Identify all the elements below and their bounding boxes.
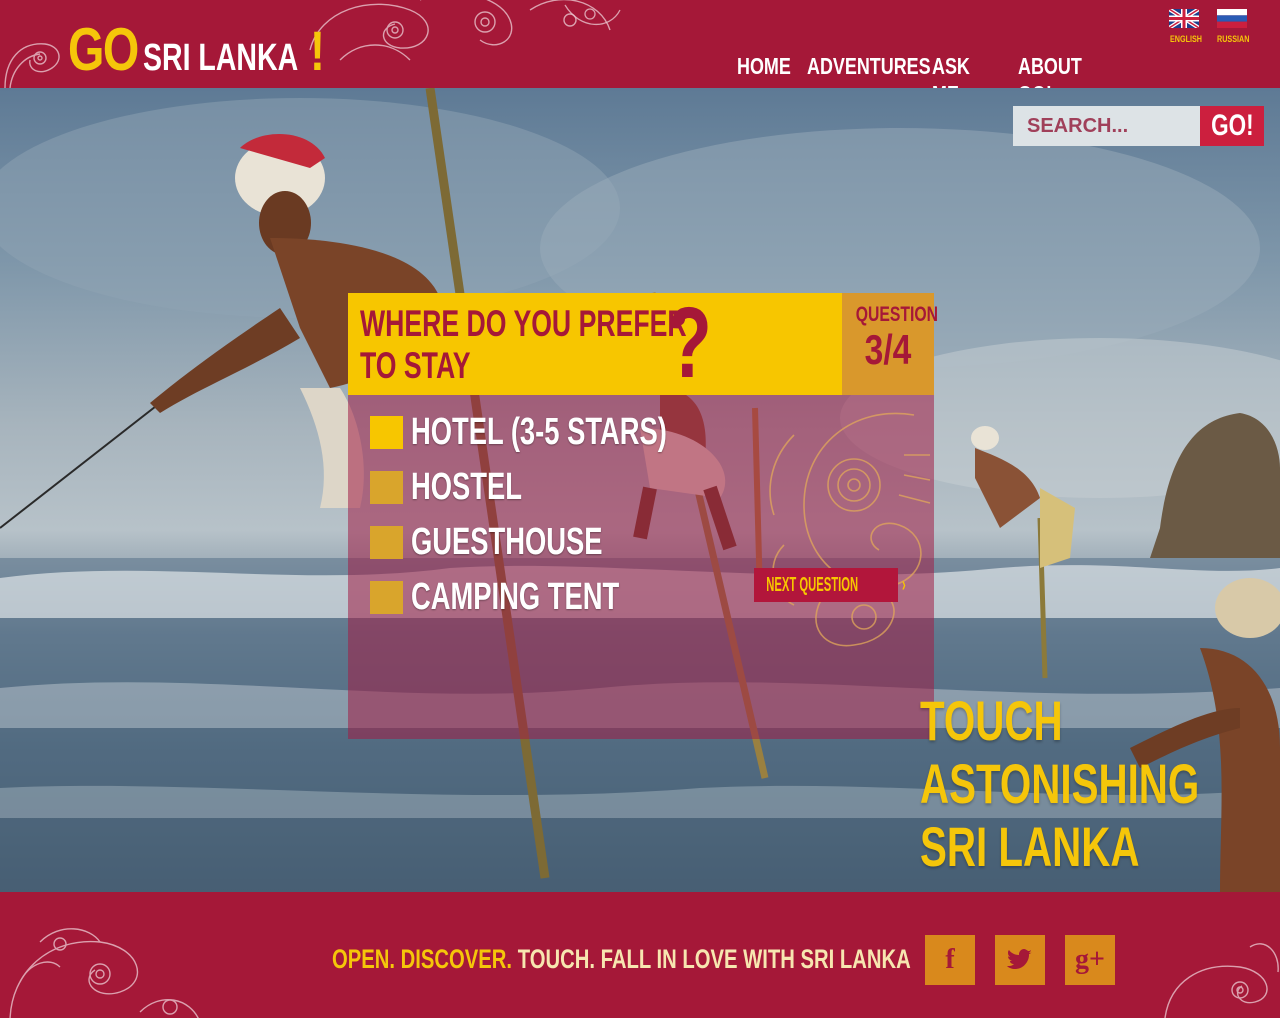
quiz-option-hostel[interactable]: HOSTEL bbox=[370, 465, 565, 508]
next-question-label: NEXT QUESTION › bbox=[766, 573, 907, 596]
option-label: HOSTEL bbox=[411, 465, 522, 508]
russia-flag-icon[interactable] bbox=[1217, 9, 1247, 28]
paisley-ornament-icon bbox=[4, 43, 60, 88]
option-checkbox[interactable] bbox=[370, 580, 403, 614]
nav-about-go[interactable]: ABOUT GO! bbox=[1018, 52, 1088, 88]
search-button[interactable]: GO! bbox=[1200, 106, 1264, 146]
google-plus-button[interactable]: g+ bbox=[1065, 935, 1115, 985]
quiz-progress-panel: QUESTION 3/4 bbox=[842, 293, 938, 395]
option-checkbox[interactable] bbox=[370, 525, 403, 559]
quiz-option-guesthouse[interactable]: GUESTHOUSE bbox=[370, 520, 677, 563]
facebook-button[interactable]: f bbox=[925, 935, 975, 985]
site-logo[interactable]: GO SRI LANKA ! bbox=[68, 10, 329, 80]
main-nav: HOME ADVENTURES ASK ME ABOUT GO! bbox=[737, 52, 1108, 88]
footer-slogan: OPEN. DISCOVER. TOUCH. FALL IN LOVE WITH… bbox=[332, 944, 911, 975]
nav-ask-me[interactable]: ASK ME bbox=[932, 52, 999, 88]
next-question-button[interactable]: NEXT QUESTION › bbox=[754, 568, 906, 602]
language-english-label[interactable]: ENGLISH bbox=[1170, 34, 1202, 44]
twitter-icon bbox=[1007, 949, 1032, 969]
slogan-open: OPEN. bbox=[332, 944, 396, 974]
language-russian-label[interactable]: RUSSIAN bbox=[1217, 34, 1249, 44]
quiz-question-panel: WHERE DO YOU PREFER TO STAY ? bbox=[348, 293, 842, 395]
option-label: CAMPING TENT bbox=[411, 575, 620, 618]
paisley-ornament-icon bbox=[9, 928, 199, 1018]
quiz-option-hotel[interactable]: HOTEL (3-5 STARS) bbox=[370, 410, 766, 453]
chevron-right-icon: › bbox=[902, 573, 907, 596]
site-footer: OPEN. DISCOVER. TOUCH. FALL IN LOVE WITH… bbox=[0, 892, 1280, 1018]
site-header: GO SRI LANKA ! ENGLISH RUSSIAN HOME ADVE… bbox=[0, 0, 1280, 88]
paisley-ornament-icon bbox=[1164, 943, 1279, 1018]
quiz-option-camping-tent[interactable]: CAMPING TENT bbox=[370, 575, 700, 618]
logo-name: SRI LANKA bbox=[143, 37, 299, 79]
google-plus-icon: g+ bbox=[1075, 944, 1105, 975]
facebook-icon: f bbox=[945, 944, 955, 975]
hero-background: GO! WHERE DO YOU PREFER TO STAY ? QUESTI… bbox=[0, 88, 1280, 892]
tagline-line-3: SRI LANKA bbox=[920, 815, 1140, 878]
tagline-line-1: TOUCH bbox=[920, 689, 1063, 752]
twitter-button[interactable] bbox=[995, 935, 1045, 985]
option-label: HOTEL (3-5 STARS) bbox=[411, 410, 667, 453]
uk-flag-icon[interactable] bbox=[1169, 9, 1199, 28]
paisley-ornament-icon bbox=[564, 4, 621, 26]
quiz-question-line-1: WHERE DO YOU PREFER bbox=[360, 303, 687, 344]
option-checkbox[interactable] bbox=[370, 415, 403, 449]
logo-go: GO bbox=[68, 16, 139, 83]
search-input[interactable] bbox=[1013, 106, 1200, 146]
quiz-progress-label: QUESTION bbox=[855, 303, 938, 326]
option-checkbox[interactable] bbox=[370, 470, 403, 504]
nav-adventures[interactable]: ADVENTURES bbox=[807, 52, 931, 88]
logo-exclamation: ! bbox=[310, 19, 326, 82]
quiz-question-text: WHERE DO YOU PREFER TO STAY bbox=[360, 303, 687, 387]
option-label: GUESTHOUSE bbox=[411, 520, 603, 563]
nav-home[interactable]: HOME bbox=[737, 52, 792, 88]
slogan-touch: TOUCH. bbox=[517, 944, 595, 974]
question-mark-icon: ? bbox=[666, 287, 712, 399]
quiz-progress-value: 3/4 bbox=[864, 326, 912, 373]
slogan-discover: DISCOVER. bbox=[400, 944, 513, 974]
tagline-line-2: ASTONISHING bbox=[920, 752, 1200, 815]
slogan-rest: FALL IN LOVE WITH SRI LANKA bbox=[600, 944, 911, 974]
search-button-label: GO! bbox=[1210, 109, 1254, 142]
quiz-question-line-2: TO STAY bbox=[360, 345, 471, 386]
